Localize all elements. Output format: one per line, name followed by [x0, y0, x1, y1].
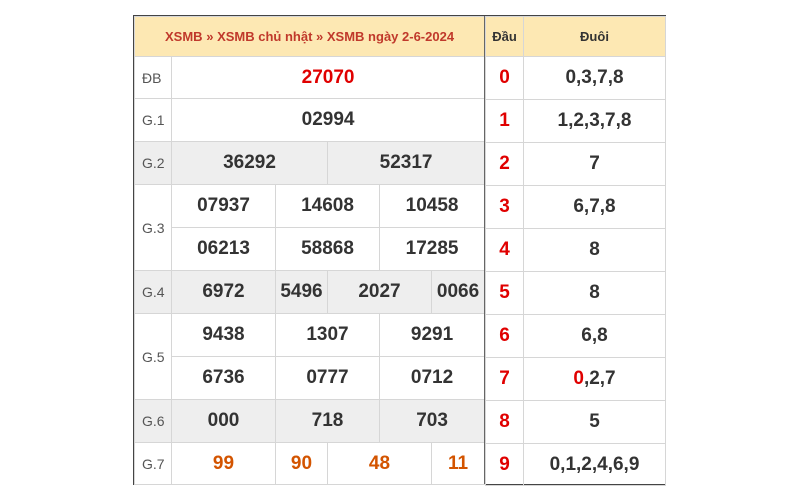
loto-row: 4 8 [485, 228, 666, 272]
prize-number: 1307 [275, 313, 380, 357]
results-table: XSMB » XSMB chủ nhật » XSMB ngày 2-6-202… [133, 16, 486, 485]
prize-number: 90 [275, 442, 328, 485]
prize-row-g5: 6736 0777 0712 [135, 356, 486, 400]
prize-row-g3: G.3 07937 14608 10458 [134, 184, 486, 271]
loto-tail-label: Đuôi [523, 16, 666, 57]
loto-row: 9 0,1,2,4,6,9 [485, 443, 666, 486]
loto-head: 1 [485, 99, 524, 143]
loto-row: 0 0,3,7,8 [485, 56, 666, 100]
special-prize-number: 27070 [170, 56, 486, 99]
loto-head: 2 [485, 142, 524, 186]
prize-number: 17285 [378, 227, 486, 271]
prize-number: 06213 [171, 227, 276, 271]
loto-row: 2 7 [485, 142, 666, 186]
prize-number: 9438 [171, 313, 276, 357]
prize-row-g5: G.5 9438 1307 9291 [134, 313, 486, 400]
breadcrumb-xsmb-sunday[interactable]: XSMB chủ nhật [217, 29, 312, 44]
prize-label: G.5 [134, 313, 172, 400]
breadcrumb-xsmb[interactable]: XSMB [165, 29, 203, 44]
prize-number: 48 [327, 442, 432, 485]
prize-number: 0777 [275, 356, 380, 400]
prize-number: 718 [275, 399, 380, 443]
prize-row-g3: 06213 58868 17285 [135, 227, 486, 271]
lottery-results-panel: XSMB » XSMB chủ nhật » XSMB ngày 2-6-202… [133, 15, 666, 486]
prize-row-g1: G.1 02994 [134, 98, 486, 142]
prize-row-g7: G.7 99 90 48 11 [134, 442, 486, 485]
prize-number: 52317 [326, 141, 486, 185]
loto-tail: 0,2,7 [523, 357, 666, 401]
prize-label: G.4 [134, 270, 172, 314]
prize-label: G.6 [134, 399, 172, 443]
prize-label: G.1 [134, 98, 172, 142]
loto-row: 7 0,2,7 [485, 357, 666, 401]
loto-head-label: Đầu [485, 16, 524, 57]
prize-number: 2027 [327, 270, 432, 314]
prize-number: 14608 [275, 184, 380, 228]
prize-number: 0066 [430, 270, 486, 314]
prize-number: 703 [378, 399, 486, 443]
breadcrumb-separator: » [206, 29, 214, 44]
loto-row: 5 8 [485, 271, 666, 315]
prize-row-g6: G.6 000 718 703 [134, 399, 486, 443]
prize-number: 9291 [378, 313, 486, 357]
loto-tail: 8 [523, 271, 666, 315]
breadcrumb-separator: » [316, 29, 324, 44]
loto-head: 3 [485, 185, 524, 229]
loto-head: 9 [485, 443, 524, 486]
prize-number: 36292 [171, 141, 328, 185]
prize-number: 58868 [275, 227, 380, 271]
prize-row-db: ĐB 27070 [134, 56, 486, 99]
loto-tail-highlight: 0 [573, 368, 584, 389]
loto-tail: 5 [523, 400, 666, 444]
loto-tail: 6,8 [523, 314, 666, 358]
loto-head: 6 [485, 314, 524, 358]
prize-number: 11 [430, 442, 486, 485]
prize-number: 6972 [171, 270, 276, 314]
loto-row: 3 6,7,8 [485, 185, 666, 229]
prize-number: 000 [171, 399, 276, 443]
loto-tail: 7 [523, 142, 666, 186]
prize-label: ĐB [134, 56, 172, 99]
prize-row-g2: G.2 36292 52317 [134, 141, 486, 185]
prize-number: 6736 [171, 356, 276, 400]
loto-head: 8 [485, 400, 524, 444]
breadcrumb-xsmb-date[interactable]: XSMB ngày 2-6-2024 [327, 29, 454, 44]
prize-number: 10458 [378, 184, 486, 228]
prize-number: 99 [171, 442, 276, 485]
prize-label: G.3 [134, 184, 172, 271]
results-header: XSMB » XSMB chủ nhật » XSMB ngày 2-6-202… [133, 16, 486, 57]
loto-tail-rest: ,2,7 [583, 368, 616, 389]
loto-row: 1 1,2,3,7,8 [485, 99, 666, 143]
loto-head: 7 [485, 357, 524, 401]
loto-head: 0 [485, 56, 524, 100]
loto-head: 5 [485, 271, 524, 315]
loto-tail: 0,3,7,8 [523, 56, 666, 100]
prize-row-g4: G.4 6972 5496 2027 0066 [134, 270, 486, 314]
loto-row: 8 5 [485, 400, 666, 444]
prize-label: G.2 [134, 141, 172, 185]
loto-tail: 0,1,2,4,6,9 [523, 443, 666, 486]
prize-label: G.7 [134, 442, 172, 485]
loto-tail: 6,7,8 [523, 185, 666, 229]
prize-number: 07937 [171, 184, 276, 228]
loto-table: Đầu Đuôi 0 0,3,7,8 1 1,2,3,7,8 2 7 3 6,7… [485, 16, 666, 486]
loto-tail: 1,2,3,7,8 [523, 99, 666, 143]
loto-row: 6 6,8 [485, 314, 666, 358]
prize-number: 0712 [378, 356, 486, 400]
prize-number: 5496 [275, 270, 328, 314]
loto-tail: 8 [523, 228, 666, 272]
prize-number: 02994 [170, 98, 486, 142]
loto-head: 4 [485, 228, 524, 272]
